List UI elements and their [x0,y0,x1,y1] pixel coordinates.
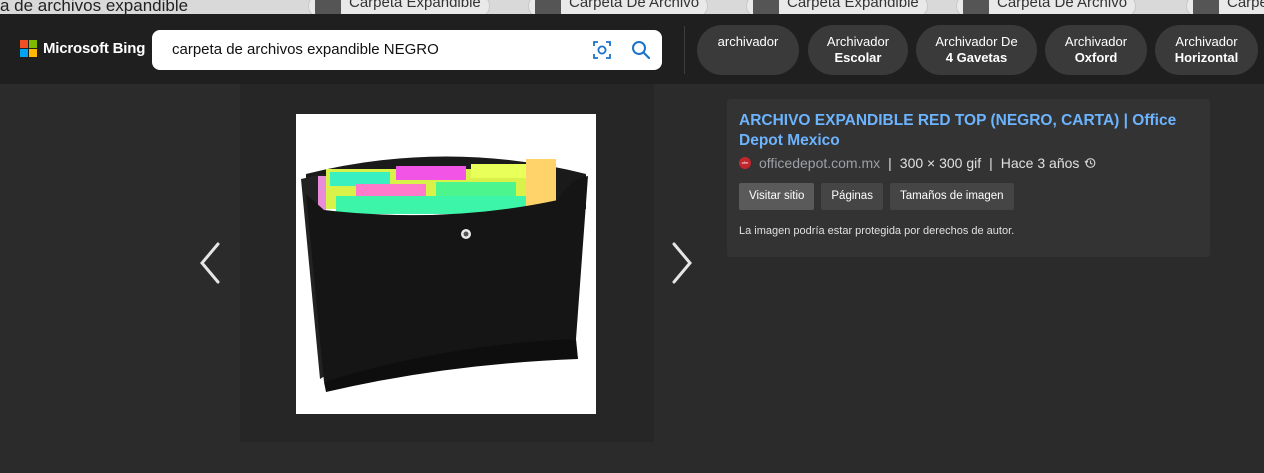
action-buttons: Visitar sitio Páginas Tamaños de imagen [739,183,1014,210]
related-chip[interactable]: archivador [697,25,799,75]
image-dimensions: 300 × 300 gif [899,155,982,171]
header-bar: Microsoft Bing carpeta de archivos expan… [0,14,1264,84]
result-title-link[interactable]: ARCHIVO EXPANDIBLE RED TOP (NEGRO, CARTA… [739,111,1189,151]
search-box[interactable]: carpeta de archivos expandible NEGRO [152,30,662,70]
background-pill[interactable]: Carpeta Expandible [308,0,490,14]
image-meta: ofm officedepot.com.mx | 300 × 300 gif |… [739,155,1096,171]
search-icon[interactable] [631,40,651,60]
background-pill[interactable]: Carpeta Expandible [746,0,928,14]
chevron-right-icon[interactable] [666,240,696,286]
related-chip[interactable]: Archivador Horizontal [1155,25,1258,75]
brand-name: Microsoft Bing [43,40,146,57]
image-info-panel: ARCHIVO EXPANDIBLE RED TOP (NEGRO, CARTA… [727,99,1210,257]
image-sizes-button[interactable]: Tamaños de imagen [889,183,1014,210]
search-input[interactable]: carpeta de archivos expandible NEGRO [172,41,439,58]
history-icon [1084,158,1096,168]
background-pill[interactable]: Carpeta De Archivo [956,0,1137,14]
meta-separator: | [989,155,993,171]
bottom-area [0,442,1264,473]
background-pill[interactable]: Carpeta De Archivo [528,0,709,14]
expandable-folder-image [301,156,588,392]
related-chip[interactable]: Archivador De 4 Gavetas [916,25,1037,75]
image-age: Hace 3 años [1000,155,1080,171]
visual-search-icon[interactable] [592,40,612,60]
main-image[interactable] [296,114,596,414]
background-query-text: a de archivos expandible [0,0,189,14]
header-divider [684,26,685,74]
visit-site-button[interactable]: Visitar sitio [739,183,815,210]
related-chip[interactable]: Archivador Oxford [1045,25,1147,75]
bing-logo[interactable]: Microsoft Bing [20,40,145,57]
source-domain-link[interactable]: officedepot.com.mx [759,155,880,171]
microsoft-logo-icon [20,40,37,57]
chevron-left-icon[interactable] [196,240,226,286]
background-results-strip: a de archivos expandible Carpeta Expandi… [0,0,1264,14]
meta-separator: | [888,155,892,171]
copyright-notice: La imagen podría estar protegida por der… [739,225,1015,237]
pages-button[interactable]: Páginas [821,183,883,210]
background-pill[interactable]: Carpe [1186,0,1264,14]
related-chip[interactable]: Archivador Escolar [808,25,908,75]
site-favicon-icon: ofm [739,157,751,169]
